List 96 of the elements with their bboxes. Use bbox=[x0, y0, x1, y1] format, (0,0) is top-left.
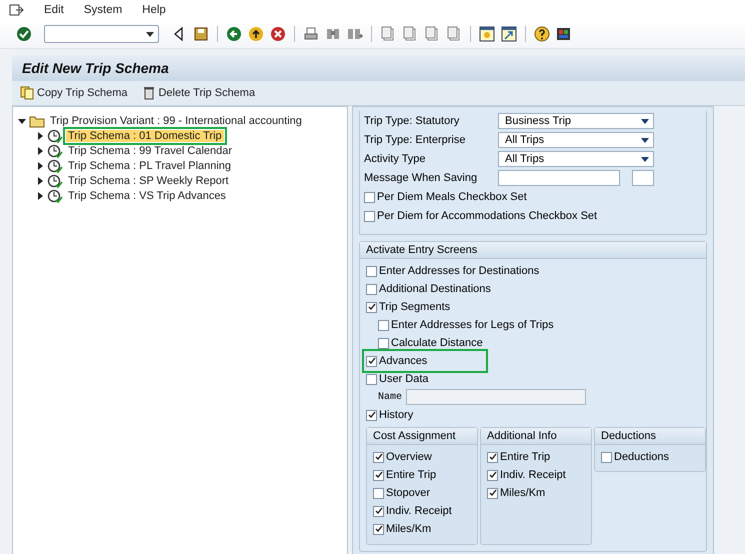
back-icon[interactable] bbox=[226, 26, 242, 42]
expand-arrow-icon[interactable] bbox=[18, 116, 26, 124]
help-icon[interactable] bbox=[534, 26, 550, 42]
clock-icon bbox=[47, 174, 63, 188]
checkbox[interactable] bbox=[373, 452, 384, 462]
dropdown-arrow-icon[interactable] bbox=[641, 118, 649, 124]
checkbox-label: Per Diem Meals Checkbox Set bbox=[377, 191, 527, 203]
checkbox[interactable] bbox=[364, 210, 375, 222]
page-title: Edit New Trip Schema bbox=[22, 60, 169, 76]
checkbox-label: Overview bbox=[386, 451, 432, 463]
clock-icon bbox=[47, 128, 63, 142]
new-window-icon[interactable] bbox=[479, 26, 495, 42]
field-label: Activity Type bbox=[364, 153, 427, 165]
group-title: Cost Assignment bbox=[367, 428, 477, 445]
checkbox-label: Per Diem for Accommodations Checkbox Set bbox=[377, 210, 598, 222]
checkbox-label: Stopover bbox=[386, 487, 430, 499]
field-label: Trip Type: Statutory bbox=[364, 115, 460, 127]
checkbox[interactable] bbox=[373, 470, 384, 480]
copy-icon bbox=[20, 86, 34, 100]
print-icon[interactable] bbox=[303, 26, 319, 42]
checkbox[interactable] bbox=[601, 452, 612, 462]
clock-icon bbox=[47, 158, 63, 172]
checkbox-label: User Data bbox=[379, 373, 429, 385]
checkbox-label: Entire Trip bbox=[500, 451, 550, 463]
next-page-icon[interactable] bbox=[424, 26, 440, 42]
input-field[interactable] bbox=[406, 389, 586, 405]
dropdown-field[interactable]: Business Trip bbox=[498, 113, 654, 129]
checkbox-label: Enter Addresses for Destinations bbox=[379, 265, 540, 277]
checkbox-label: Advances bbox=[379, 355, 428, 367]
first-page-icon[interactable] bbox=[380, 26, 396, 42]
group-title: Deductions bbox=[595, 428, 705, 445]
menu-icon[interactable] bbox=[8, 2, 24, 18]
tree-node[interactable]: Trip Schema : PL Travel Planning bbox=[66, 160, 234, 172]
shortcut-icon[interactable] bbox=[501, 26, 517, 42]
layout-icon[interactable] bbox=[556, 26, 572, 42]
checkbox-label: Indiv. Receipt bbox=[386, 505, 452, 517]
check-icon[interactable] bbox=[16, 26, 32, 42]
previous-page-icon[interactable] bbox=[402, 26, 418, 42]
find-next-icon[interactable] bbox=[347, 26, 363, 42]
clock-icon bbox=[47, 188, 63, 202]
tree-node[interactable]: Trip Provision Variant : 99 - International accounting bbox=[48, 114, 304, 126]
tree-node[interactable]: Trip Schema : 99 Travel Calendar bbox=[66, 144, 234, 156]
checkbox[interactable] bbox=[366, 266, 377, 276]
trash-icon bbox=[143, 86, 156, 100]
dropdown-arrow-icon[interactable] bbox=[641, 156, 649, 162]
cancel-icon[interactable] bbox=[270, 26, 286, 42]
clock-icon bbox=[47, 144, 63, 158]
checkbox-label: Trip Segments bbox=[379, 301, 450, 313]
checkbox[interactable] bbox=[373, 524, 384, 534]
checkbox-label: Entire Trip bbox=[386, 469, 436, 481]
checkbox[interactable] bbox=[487, 452, 498, 462]
toolbar-button[interactable]: Delete Trip Schema bbox=[143, 86, 256, 100]
save-icon[interactable] bbox=[193, 26, 209, 42]
checkbox-label: History bbox=[379, 409, 414, 421]
checkbox[interactable] bbox=[378, 338, 389, 348]
checkbox[interactable] bbox=[366, 374, 377, 384]
group-title: Additional Info bbox=[481, 428, 591, 445]
find-icon[interactable] bbox=[325, 26, 341, 42]
input-field[interactable] bbox=[498, 170, 620, 186]
checkbox[interactable] bbox=[366, 356, 377, 366]
checkbox[interactable] bbox=[487, 470, 498, 480]
dropdown-field[interactable]: All Trips bbox=[498, 151, 654, 167]
checkbox-label: Additional Destinations bbox=[379, 283, 491, 295]
checkbox-label: Indiv. Receipt bbox=[500, 469, 566, 481]
dropdown-arrow-icon[interactable] bbox=[146, 32, 154, 36]
menu-item[interactable]: Edit bbox=[44, 4, 64, 16]
menu-item[interactable]: System bbox=[84, 4, 122, 16]
group-title: Activate Entry Screens bbox=[360, 242, 706, 259]
checkbox[interactable] bbox=[366, 284, 377, 294]
checkbox-label: Enter Addresses for Legs of Trips bbox=[391, 319, 554, 331]
checkbox-label: Miles/Km bbox=[500, 487, 546, 499]
menu-item[interactable]: Help bbox=[142, 4, 166, 16]
field-label: Name bbox=[378, 392, 402, 402]
tree-node[interactable]: Trip Schema : 01 Domestic Trip bbox=[66, 130, 224, 142]
checkbox[interactable] bbox=[366, 410, 377, 420]
tree-node[interactable]: Trip Schema : VS Trip Advances bbox=[66, 190, 228, 202]
dropdown-arrow-icon[interactable] bbox=[641, 138, 649, 142]
checkbox-label: Miles/Km bbox=[386, 523, 432, 535]
input-field[interactable] bbox=[632, 170, 654, 186]
checkbox[interactable] bbox=[373, 506, 384, 516]
checkbox[interactable] bbox=[366, 302, 377, 312]
command-field[interactable] bbox=[44, 25, 159, 43]
field-label: Message When Saving bbox=[364, 172, 478, 184]
dropdown-field[interactable]: All Trips bbox=[498, 132, 654, 148]
toolbar-button[interactable]: Copy Trip Schema bbox=[20, 86, 128, 100]
folder-icon bbox=[29, 114, 45, 128]
checkbox[interactable] bbox=[373, 488, 384, 498]
field-label: Trip Type: Enterprise bbox=[364, 134, 466, 146]
checkbox-label: Calculate Distance bbox=[391, 337, 483, 349]
checkbox[interactable] bbox=[487, 488, 498, 498]
checkbox[interactable] bbox=[378, 320, 389, 330]
checkbox[interactable] bbox=[364, 192, 375, 202]
up-icon[interactable] bbox=[248, 26, 264, 42]
checkbox-label: Deductions bbox=[614, 451, 670, 463]
tree-node[interactable]: Trip Schema : SP Weekly Report bbox=[66, 174, 231, 186]
last-page-icon[interactable] bbox=[446, 26, 462, 42]
